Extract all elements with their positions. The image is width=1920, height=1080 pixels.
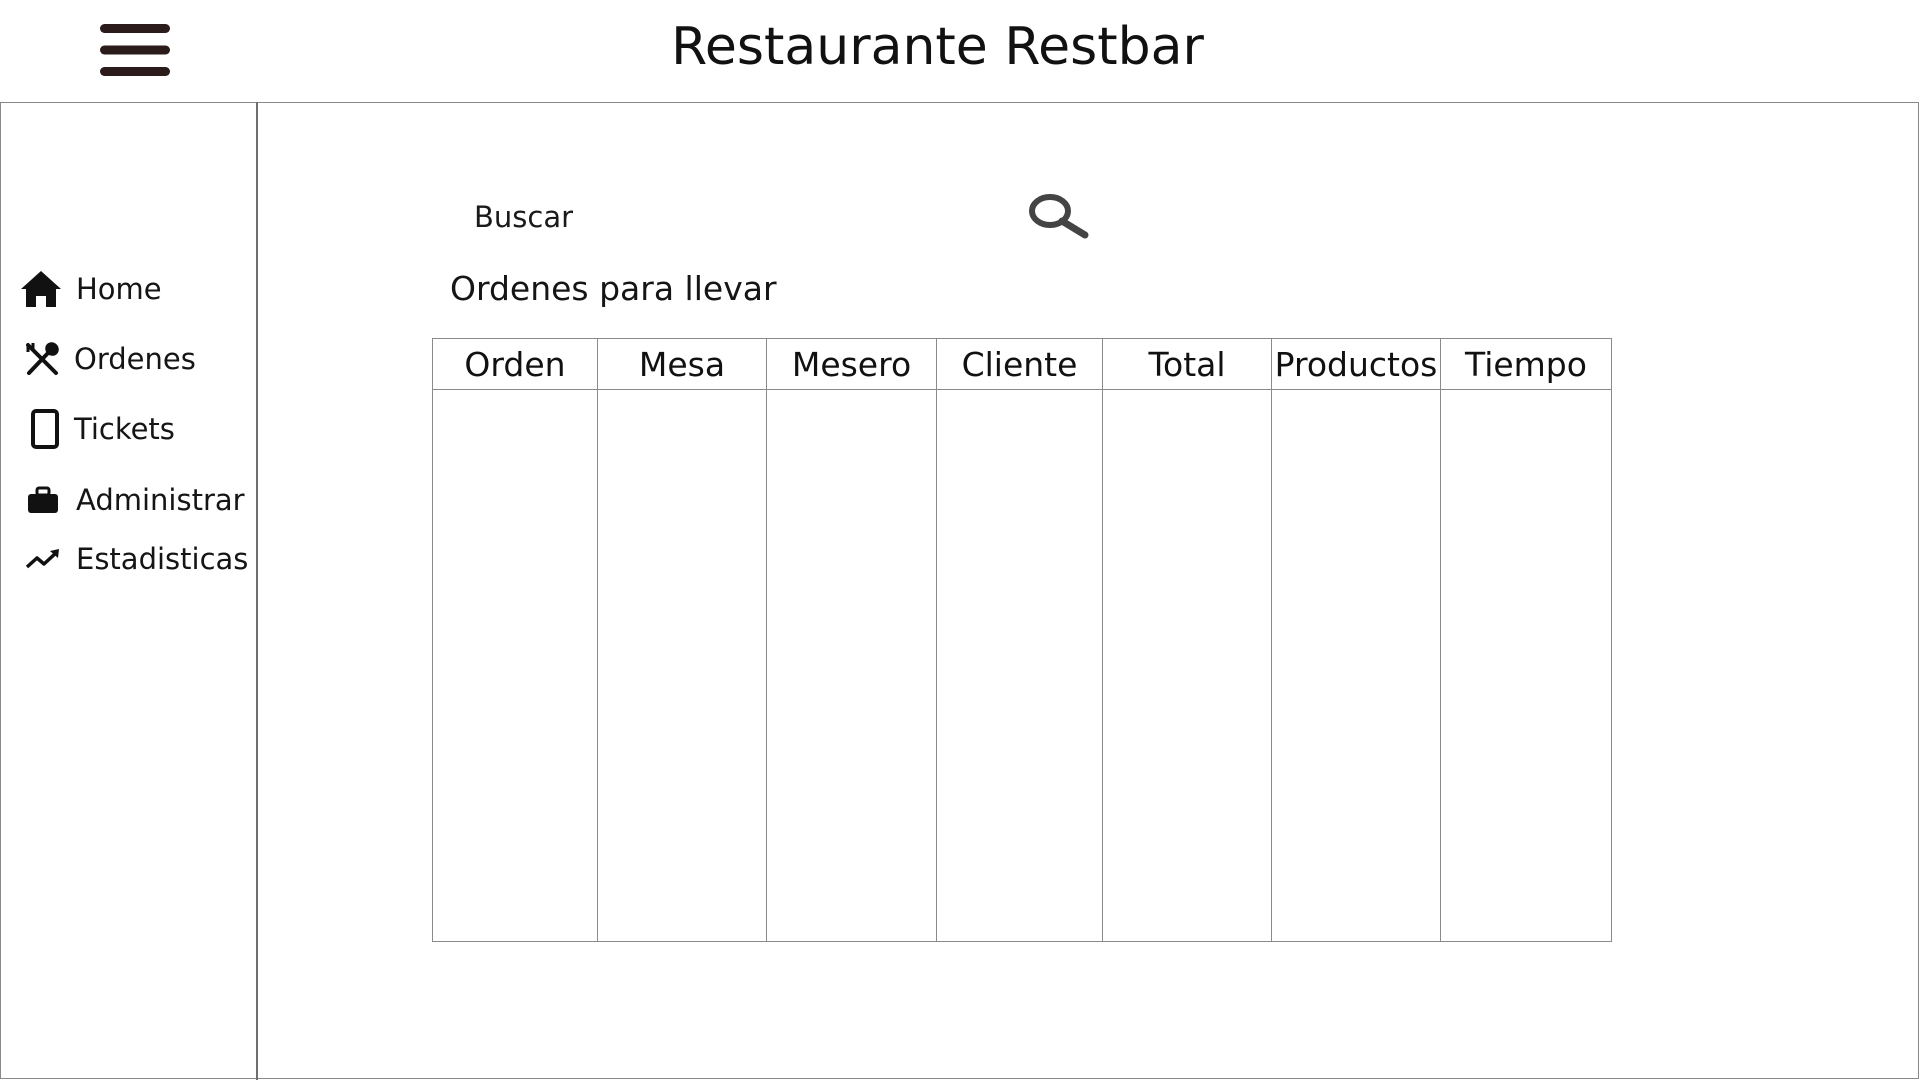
- table-column-orden: Orden: [433, 339, 598, 941]
- sidebar-item-label: Administrar: [76, 483, 245, 517]
- column-header-mesa[interactable]: Mesa: [598, 339, 766, 390]
- column-body: [937, 390, 1102, 941]
- sidebar-item-label: Home: [76, 272, 162, 306]
- column-body: [1272, 390, 1440, 941]
- orders-table: Orden Mesa Mesero Cliente Total Producto…: [432, 338, 1612, 942]
- sidebar-item-label: Tickets: [74, 412, 175, 446]
- column-body: [1441, 390, 1611, 941]
- fork-knife-icon: [20, 336, 66, 382]
- briefcase-icon: [20, 477, 66, 523]
- sidebar-item-tickets[interactable]: Tickets: [22, 405, 175, 453]
- search-button[interactable]: [1024, 190, 1092, 244]
- column-header-mesero[interactable]: Mesero: [767, 339, 936, 390]
- sidebar-item-estadisticas[interactable]: Estadisticas: [20, 535, 248, 583]
- table-column-productos: Productos: [1272, 339, 1441, 941]
- section-title: Ordenes para llevar: [450, 269, 777, 308]
- column-header-tiempo[interactable]: Tiempo: [1441, 339, 1611, 390]
- table-column-mesero: Mesero: [767, 339, 937, 941]
- column-header-cliente[interactable]: Cliente: [937, 339, 1102, 390]
- column-body: [598, 390, 766, 941]
- tablet-icon: [22, 406, 68, 452]
- search-icon: [1029, 194, 1089, 239]
- table-column-tiempo: Tiempo: [1441, 339, 1611, 941]
- search-input[interactable]: Buscar: [474, 197, 573, 237]
- hamburger-icon: [100, 24, 170, 76]
- table-column-cliente: Cliente: [937, 339, 1103, 941]
- table-column-mesa: Mesa: [598, 339, 767, 941]
- column-body: [433, 390, 597, 941]
- sidebar-item-administrar[interactable]: Administrar: [20, 476, 245, 524]
- app-window: Restaurante Restbar Home Ordenes Tickets…: [0, 0, 1920, 1080]
- sidebar-item-label: Ordenes: [74, 342, 196, 376]
- sidebar-item-label: Estadisticas: [76, 542, 249, 576]
- home-icon: [18, 266, 64, 312]
- app-title: Restaurante Restbar: [671, 17, 1204, 77]
- column-body: [1103, 390, 1271, 941]
- sidebar-item-ordenes[interactable]: Ordenes: [20, 335, 196, 383]
- sidebar-item-home[interactable]: Home: [18, 265, 162, 313]
- column-header-orden[interactable]: Orden: [433, 339, 597, 390]
- column-body: [767, 390, 936, 941]
- menu-button[interactable]: [100, 22, 170, 78]
- trending-up-icon: [20, 536, 66, 582]
- table-column-total: Total: [1103, 339, 1272, 941]
- column-header-total[interactable]: Total: [1103, 339, 1271, 390]
- column-header-productos[interactable]: Productos: [1272, 339, 1440, 390]
- top-bar: Restaurante Restbar: [0, 0, 1920, 102]
- sidebar: Home Ordenes Tickets Administrar Estadis…: [0, 102, 258, 1080]
